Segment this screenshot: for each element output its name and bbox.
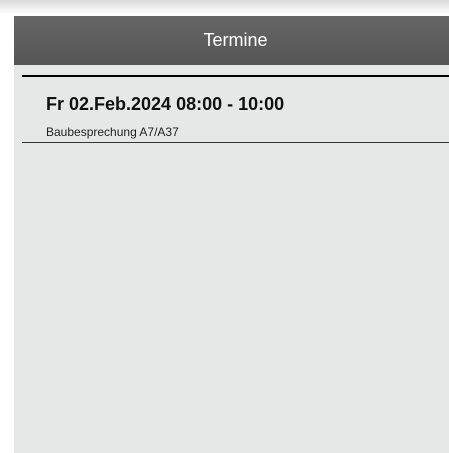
panel-header: Termine [14, 16, 449, 65]
appointments-panel: Termine Fr 02.Feb.2024 08:00 - 10:00 Bau… [14, 16, 449, 453]
appointment-title: Baubesprechung A7/A37 [46, 125, 179, 139]
appointment-list: Fr 02.Feb.2024 08:00 - 10:00 Baubesprech… [22, 75, 449, 143]
panel-title: Termine [203, 30, 268, 50]
appointment-item[interactable]: Fr 02.Feb.2024 08:00 - 10:00 Baubesprech… [22, 75, 449, 143]
top-shadow [0, 0, 449, 14]
appointment-datetime: Fr 02.Feb.2024 08:00 - 10:00 [46, 94, 285, 114]
